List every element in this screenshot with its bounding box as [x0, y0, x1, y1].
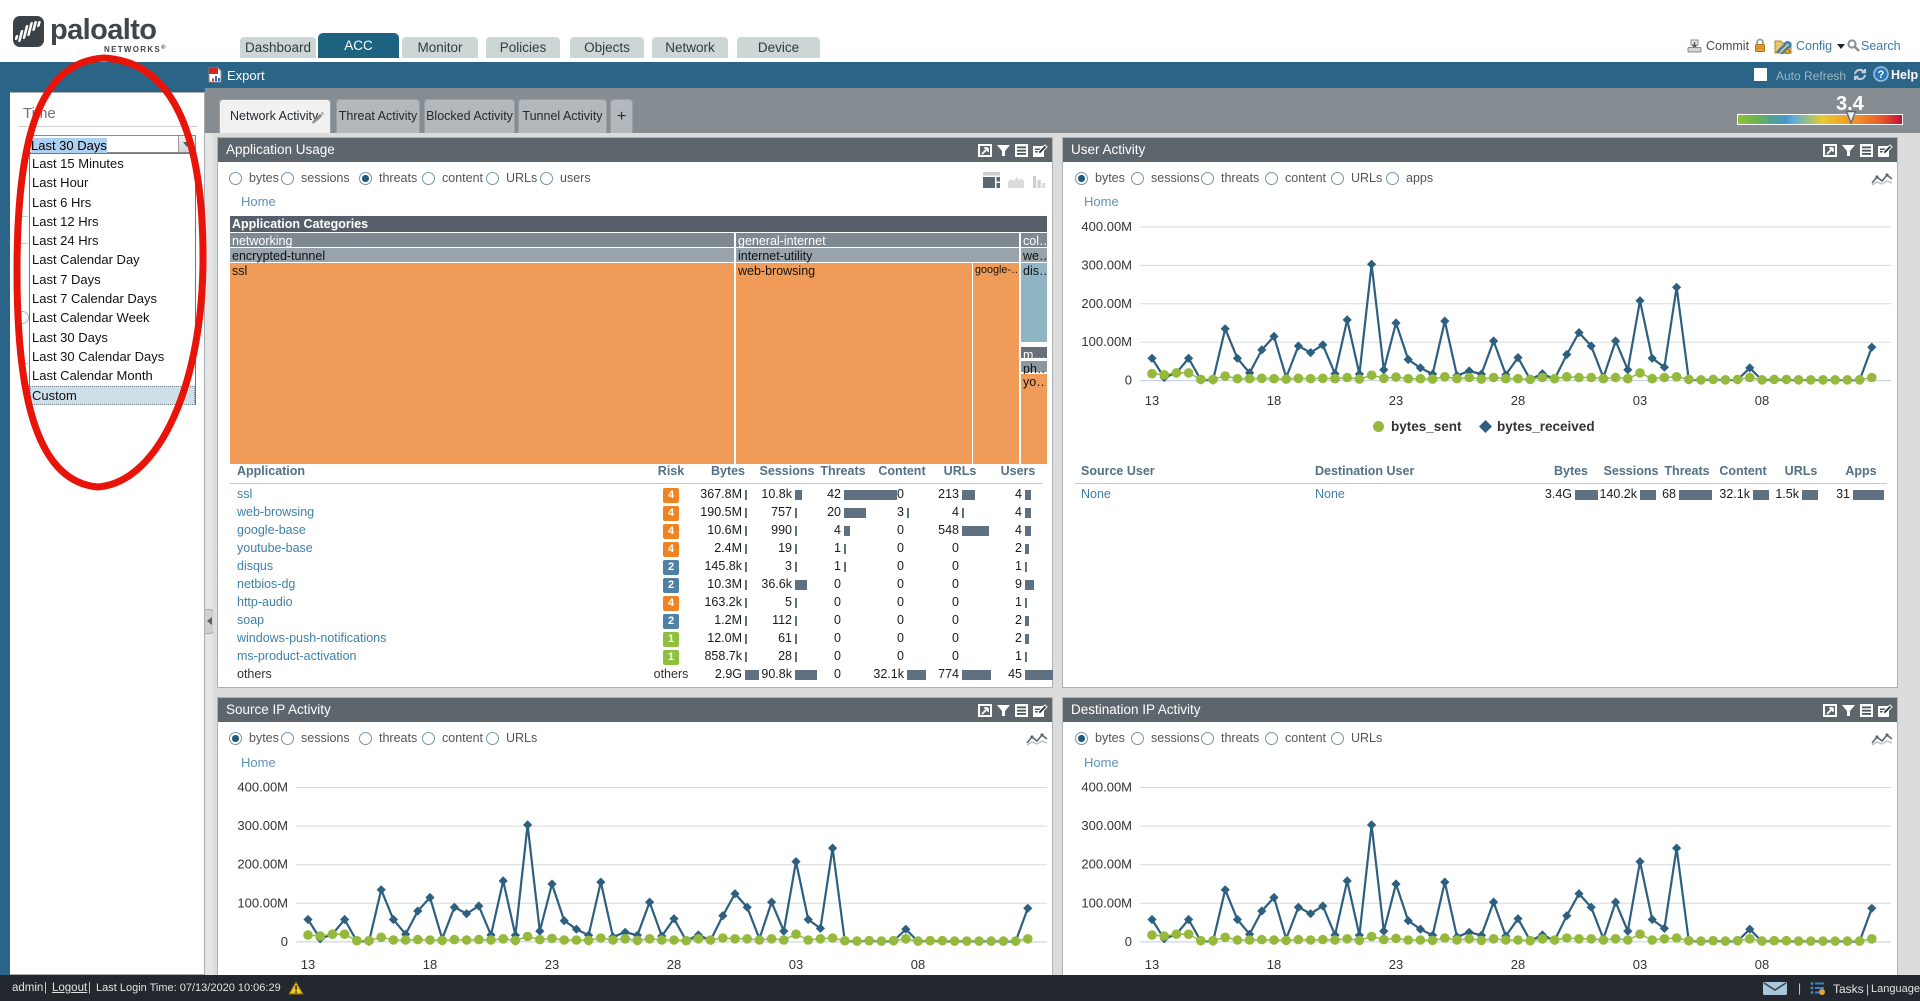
- svg-text:23: 23: [545, 957, 559, 972]
- svg-text:100.00M: 100.00M: [1081, 334, 1132, 349]
- svg-text:400.00M: 400.00M: [237, 780, 288, 795]
- svg-text:13: 13: [301, 957, 315, 972]
- svg-text:300.00M: 300.00M: [1081, 818, 1132, 833]
- svg-text:300.00M: 300.00M: [1081, 257, 1132, 272]
- svg-text:23: 23: [1389, 957, 1403, 972]
- svg-text:300.00M: 300.00M: [237, 818, 288, 833]
- svg-text:0: 0: [1125, 934, 1132, 949]
- svg-text:23: 23: [1389, 393, 1403, 408]
- svg-text:400.00M: 400.00M: [1081, 780, 1132, 795]
- svg-text:18: 18: [1267, 393, 1281, 408]
- svg-text:08: 08: [911, 957, 925, 972]
- svg-text:03: 03: [1633, 957, 1647, 972]
- svg-text:?: ?: [1878, 69, 1885, 81]
- svg-text:100.00M: 100.00M: [1081, 895, 1132, 910]
- svg-text:28: 28: [1511, 393, 1525, 408]
- svg-text:18: 18: [1267, 957, 1281, 972]
- svg-text:18: 18: [423, 957, 437, 972]
- svg-text:03: 03: [1633, 393, 1647, 408]
- svg-text:28: 28: [667, 957, 681, 972]
- svg-text:13: 13: [1145, 957, 1159, 972]
- svg-text:08: 08: [1755, 393, 1769, 408]
- svg-text:08: 08: [1755, 957, 1769, 972]
- svg-text:200.00M: 200.00M: [1081, 296, 1132, 311]
- svg-text:200.00M: 200.00M: [1081, 857, 1132, 872]
- svg-text:0: 0: [281, 934, 288, 949]
- svg-text:03: 03: [789, 957, 803, 972]
- svg-text:0: 0: [1125, 373, 1132, 388]
- svg-text:28: 28: [1511, 957, 1525, 972]
- svg-text:400.00M: 400.00M: [1081, 219, 1132, 234]
- svg-text:200.00M: 200.00M: [237, 857, 288, 872]
- svg-text:13: 13: [1145, 393, 1159, 408]
- svg-text:100.00M: 100.00M: [237, 895, 288, 910]
